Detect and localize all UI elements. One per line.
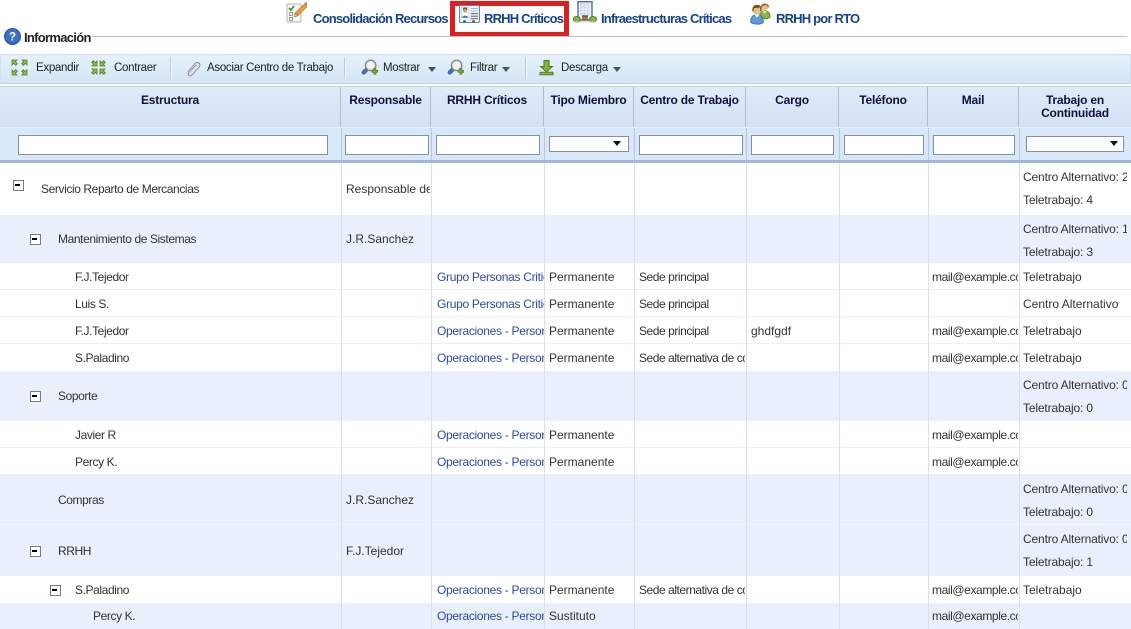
svg-text:?: ? <box>9 32 16 44</box>
